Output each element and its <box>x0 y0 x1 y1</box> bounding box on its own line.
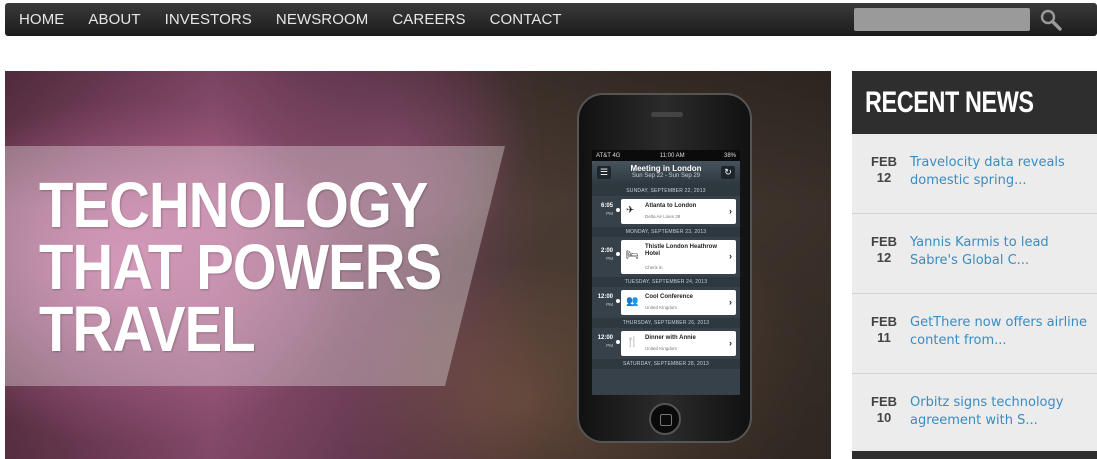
news-date: FEB 11 <box>864 314 904 346</box>
day-heading: THURSDAY, SEPTEMBER 26, 2013 <box>592 318 740 328</box>
hero-headline-line: TRAVEL <box>39 293 256 365</box>
event-card: 🍴 Dinner with Annie United Kingdom › <box>621 331 736 356</box>
event-time: 12:00 PM <box>597 294 613 307</box>
day-heading: MONDAY, SEPTEMBER 23, 2013 <box>592 227 740 237</box>
event-card: 👥 Cool Conference United Kingdom › <box>621 290 736 315</box>
itinerary-event: 6:05 PM ✈ Atlanta to London Delta Air Lin… <box>592 196 740 227</box>
chevron-right-icon: › <box>729 251 732 261</box>
nav-item-contact[interactable]: CONTACT <box>490 11 562 28</box>
news-item[interactable]: FEB 12 Travelocity data reveals domestic… <box>852 134 1097 214</box>
carrier-text: AT&T 4G <box>596 152 621 159</box>
news-day: 11 <box>877 330 891 345</box>
airplane-icon: ✈ <box>626 205 635 216</box>
event-subtitle: Check in <box>645 265 663 270</box>
news-date: FEB 12 <box>864 154 904 186</box>
timeline-dot <box>616 299 620 303</box>
news-item[interactable]: FEB 10 Orbitz signs technology agreement… <box>852 374 1097 454</box>
home-button-icon <box>649 403 681 435</box>
chevron-right-icon: › <box>729 206 732 216</box>
refresh-icon: ↻ <box>721 166 735 179</box>
event-title: Cool Conference <box>645 294 694 300</box>
news-item[interactable]: FEB 11 GetThere now offers airline conte… <box>852 294 1097 374</box>
battery-text: 38% <box>723 152 736 159</box>
clock-text: 11:00 AM <box>659 152 685 159</box>
day-heading: SATURDAY, SEPTEMBER 28, 2013 <box>592 359 740 369</box>
timeline-dot <box>616 208 620 212</box>
top-navbar: HOME ABOUT INVESTORS NEWSROOM CAREERS CO… <box>5 3 1097 36</box>
trip-dates: Sun Sep 22 - Sun Sep 29 <box>631 173 701 179</box>
hero-headline-line: TECHNOLOGY <box>39 169 428 241</box>
event-subtitle: United Kingdom <box>645 305 678 310</box>
news-month: FEB <box>871 154 897 169</box>
event-subtitle: Delta Air Lines 38 <box>645 214 681 219</box>
news-month: FEB <box>871 394 897 409</box>
news-footer-bar <box>852 451 1097 459</box>
search-icon <box>1040 9 1062 31</box>
search-button[interactable] <box>1037 6 1065 34</box>
dining-icon: 🍴 <box>626 337 639 348</box>
recent-news-heading: RECENT NEWS <box>852 71 1097 134</box>
bed-icon: 🛏 <box>626 250 639 261</box>
news-date: FEB 12 <box>864 234 904 266</box>
event-title: Dinner with Annie <box>645 335 696 341</box>
recent-news-panel: RECENT NEWS FEB 12 Travelocity data reve… <box>852 71 1097 459</box>
phone-screen: AT&T 4G 11:00 AM 38% ☰ Meeting in London… <box>592 150 740 395</box>
trip-title: Meeting in London <box>630 164 702 173</box>
app-header: ☰ Meeting in London Sun Sep 22 - Sun Sep… <box>592 161 740 186</box>
itinerary-event: 12:00 PM 👥 Cool Conference United Kingdom… <box>592 287 740 318</box>
event-card: 🛏 Thistle London Heathrow Hotel Check in… <box>621 240 736 274</box>
search-input[interactable] <box>854 8 1030 31</box>
news-item[interactable]: FEB 12 Yannis Karmis to lead Sabre's Glo… <box>852 214 1097 294</box>
nav-menu: HOME ABOUT INVESTORS NEWSROOM CAREERS CO… <box>19 3 586 36</box>
event-subtitle: United Kingdom <box>645 346 678 351</box>
event-title: Atlanta to London <box>645 203 697 209</box>
hero-banner[interactable]: TECHNOLOGY THAT POWERS TRAVEL AT&T 4G 11… <box>5 71 831 459</box>
news-month: FEB <box>871 314 897 329</box>
nav-item-investors[interactable]: INVESTORS <box>165 11 252 28</box>
nav-item-careers[interactable]: CAREERS <box>392 11 465 28</box>
news-date: FEB 10 <box>864 394 904 426</box>
menu-icon: ☰ <box>597 166 611 179</box>
hero-headline: TECHNOLOGY THAT POWERS TRAVEL <box>39 169 496 365</box>
news-month: FEB <box>871 234 897 249</box>
nav-item-newsroom[interactable]: NEWSROOM <box>276 11 368 28</box>
event-time: 2:00 PM <box>600 248 613 261</box>
people-icon: 👥 <box>626 296 639 307</box>
timeline-dot <box>616 340 620 344</box>
news-link[interactable]: Orbitz signs technology agreement with S… <box>910 394 1090 430</box>
news-link[interactable]: GetThere now offers airline content from… <box>910 314 1090 350</box>
news-day: 12 <box>876 250 892 265</box>
hero-headline-line: THAT POWERS <box>39 231 442 303</box>
event-time: 12:00 PM <box>597 335 613 348</box>
event-time: 6:05 PM <box>600 203 613 216</box>
itinerary-event: 2:00 PM 🛏 Thistle London Heathrow Hotel C… <box>592 237 740 277</box>
chevron-right-icon: › <box>729 338 732 348</box>
phone-mockup: AT&T 4G 11:00 AM 38% ☰ Meeting in London… <box>577 93 752 443</box>
day-heading: TUESDAY, SEPTEMBER 24, 2013 <box>592 277 740 287</box>
phone-speaker <box>651 112 683 117</box>
news-link[interactable]: Yannis Karmis to lead Sabre's Global C..… <box>910 234 1090 270</box>
nav-item-home[interactable]: HOME <box>19 11 64 28</box>
timeline-dot <box>616 252 620 256</box>
news-day: 12 <box>876 170 892 185</box>
nav-item-about[interactable]: ABOUT <box>88 11 140 28</box>
phone-status-bar: AT&T 4G 11:00 AM 38% <box>592 150 740 161</box>
chevron-right-icon: › <box>729 297 732 307</box>
news-link[interactable]: Travelocity data reveals domestic spring… <box>910 154 1090 190</box>
itinerary-event: 12:00 PM 🍴 Dinner with Annie United Kingd… <box>592 328 740 359</box>
day-heading: SUNDAY, SEPTEMBER 22, 2013 <box>592 186 740 196</box>
news-day: 10 <box>876 410 892 425</box>
event-title: Thistle London Heathrow Hotel <box>645 244 717 257</box>
event-card: ✈ Atlanta to London Delta Air Lines 38 › <box>621 199 736 224</box>
